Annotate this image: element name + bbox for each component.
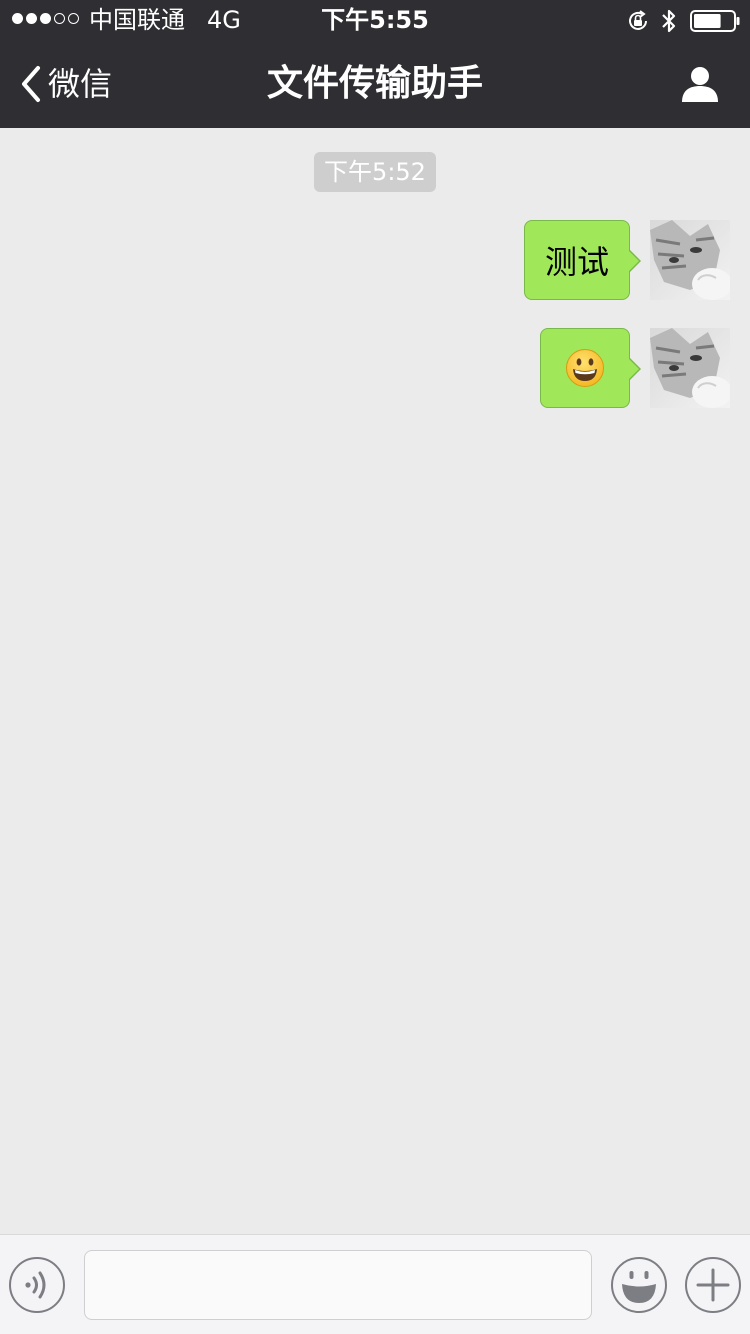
voice-icon bbox=[25, 1271, 46, 1299]
message-input[interactable] bbox=[84, 1250, 592, 1320]
voice-button[interactable] bbox=[9, 1257, 65, 1313]
input-bar bbox=[0, 1234, 750, 1334]
emoji-button[interactable] bbox=[611, 1257, 667, 1313]
battery-icon bbox=[690, 10, 740, 32]
nav-bar: 微信 文件传输助手 bbox=[0, 40, 750, 128]
avatar[interactable] bbox=[650, 220, 730, 300]
grinning-face-icon bbox=[566, 349, 604, 387]
avatar[interactable] bbox=[650, 328, 730, 408]
message-bubble[interactable]: 测试 bbox=[524, 220, 641, 300]
header: 中国联通 4G 下午5:55 微信 文件传输助手 bbox=[0, 0, 750, 128]
more-button[interactable] bbox=[685, 1257, 741, 1313]
chat-title: 文件传输助手 bbox=[266, 63, 483, 104]
rotation-lock-icon bbox=[629, 10, 647, 30]
status-bar: 中国联通 4G 下午5:55 bbox=[0, 0, 750, 40]
smiley-icon bbox=[622, 1271, 656, 1303]
message-bubble[interactable] bbox=[540, 328, 641, 408]
person-icon[interactable] bbox=[680, 64, 720, 104]
message-row: 测试 bbox=[524, 220, 730, 300]
bluetooth-icon bbox=[662, 9, 676, 33]
message-text: 测试 bbox=[544, 243, 609, 281]
plus-icon bbox=[696, 1268, 730, 1302]
message-row bbox=[540, 328, 730, 408]
chat-timestamp: 下午5:52 bbox=[314, 152, 436, 192]
